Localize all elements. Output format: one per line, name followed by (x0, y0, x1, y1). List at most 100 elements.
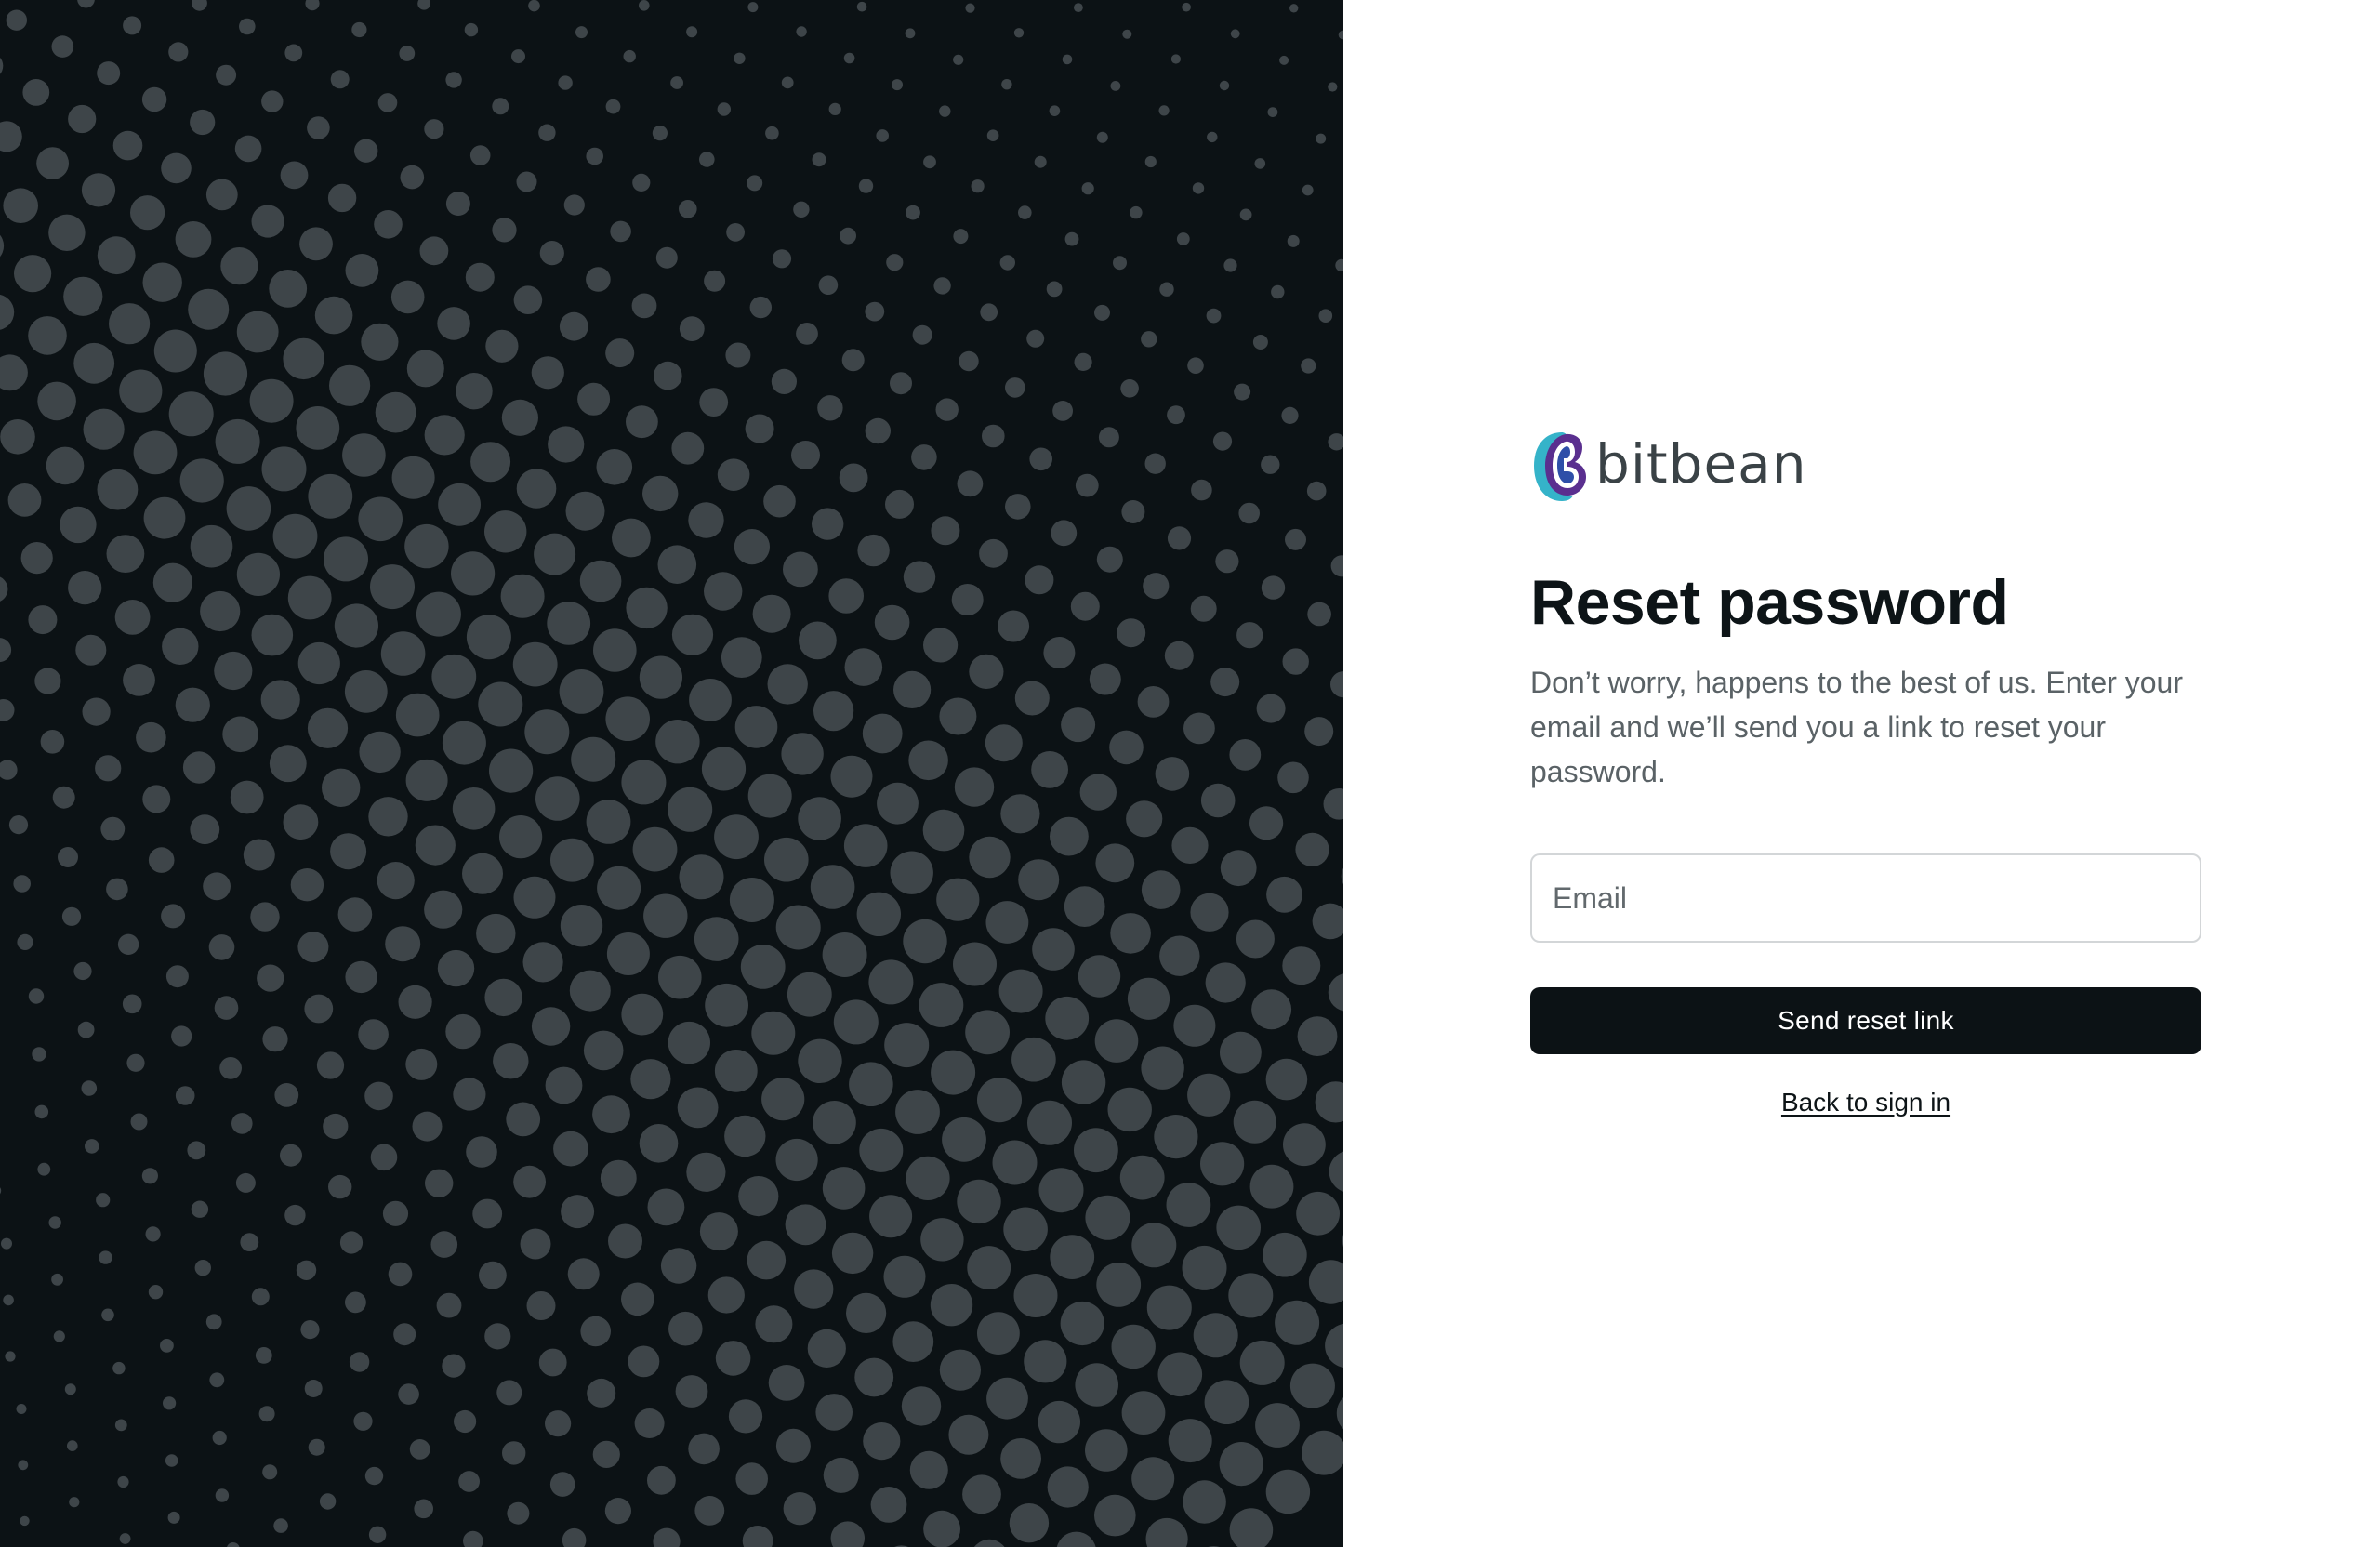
halftone-dot (628, 1345, 660, 1378)
halftone-dot (361, 323, 399, 361)
halftone-dot (761, 1078, 805, 1121)
halftone-dot (395, 693, 440, 737)
halftone-dot (920, 1218, 964, 1262)
halftone-dot (329, 364, 371, 406)
halftone-dot (354, 139, 378, 163)
halftone-art-panel (0, 0, 1343, 1547)
halftone-dot (763, 484, 796, 518)
halftone-dot (1025, 565, 1054, 595)
halftone-dot (1052, 401, 1073, 421)
halftone-dot (236, 311, 279, 353)
halftone-dot (1230, 29, 1240, 39)
halftone-dot (1005, 377, 1025, 398)
halftone-dot (469, 145, 491, 165)
halftone-dot (859, 1128, 904, 1172)
halftone-dot (1295, 832, 1329, 867)
halftone-dot (114, 600, 151, 635)
halftone-dot (822, 1167, 866, 1210)
halftone-dot (64, 1383, 76, 1395)
halftone-dot (1126, 800, 1163, 838)
halftone-dot (531, 1007, 571, 1046)
halftone-dot (1328, 433, 1343, 451)
halftone-dot (235, 1172, 256, 1193)
halftone-dot (203, 351, 248, 396)
halftone-dot (1182, 1245, 1227, 1290)
halftone-dot (781, 76, 794, 89)
halftone-dot (1215, 549, 1239, 574)
halftone-dot (812, 508, 844, 540)
halftone-dot (553, 1130, 588, 1167)
halftone-dot (931, 1050, 976, 1095)
halftone-dot (109, 303, 151, 345)
halftone-dot (1190, 595, 1217, 622)
halftone-dot (668, 1311, 703, 1346)
halftone-dot (257, 964, 284, 992)
halftone-dot (1223, 258, 1237, 272)
halftone-dot (1328, 973, 1343, 1012)
halftone-dot (670, 76, 683, 89)
halftone-dot (1205, 962, 1246, 1003)
halftone-dot (747, 774, 792, 818)
halftone-dot (274, 1083, 299, 1107)
halftone-dot (58, 847, 78, 867)
halftone-dot (671, 431, 705, 465)
halftone-dot (765, 126, 779, 140)
halftone-dot (200, 590, 241, 632)
halftone-dot (1062, 54, 1073, 65)
halftone-dot (319, 1493, 337, 1510)
halftone-dot (1191, 479, 1212, 501)
halftone-dot (865, 417, 891, 444)
halftone-dot (95, 755, 122, 782)
halftone-dot (251, 614, 294, 656)
halftone-dot (630, 1059, 671, 1100)
halftone-dot (1266, 876, 1302, 913)
halftone-dot (425, 1169, 454, 1198)
halftone-dot (214, 651, 253, 691)
halftone-dot (1079, 774, 1117, 811)
email-field[interactable] (1530, 853, 2202, 943)
halftone-dot (327, 183, 357, 213)
halftone-dot (953, 942, 997, 986)
halftone-dot (1137, 686, 1170, 718)
halftone-dot (112, 130, 143, 161)
halftone-dot (520, 1228, 551, 1260)
halftone-dot (476, 913, 516, 954)
halftone-dot (194, 1260, 211, 1276)
halftone-dot (1281, 406, 1299, 424)
halftone-dot (980, 303, 998, 322)
halftone-dot (502, 1441, 526, 1465)
halftone-dot (307, 116, 330, 139)
halftone-dot (796, 323, 818, 345)
halftone-dot (939, 105, 951, 117)
back-to-sign-in-link[interactable]: Back to sign in (1530, 1088, 2202, 1117)
halftone-dot (496, 1380, 522, 1406)
halftone-dot (345, 1291, 366, 1314)
halftone-dot (1074, 352, 1092, 371)
halftone-dot (298, 932, 329, 963)
halftone-dot (605, 696, 650, 741)
halftone-dot (653, 1527, 681, 1547)
halftone-dot (1032, 928, 1075, 971)
halftone-dot (1238, 502, 1260, 524)
halftone-dot (992, 1140, 1038, 1185)
halftone-dot (463, 1530, 483, 1547)
halftone-dot (841, 349, 865, 372)
halftone-dot (61, 906, 82, 926)
halftone-dot (1335, 258, 1343, 271)
halftone-dot (364, 1466, 384, 1486)
halftone-dot (130, 195, 165, 231)
send-reset-link-button[interactable]: Send reset link (1530, 987, 2202, 1054)
halftone-dot (903, 561, 936, 593)
halftone-dot (592, 1095, 630, 1134)
halftone-dot (1255, 1403, 1300, 1448)
halftone-dot (1075, 1363, 1118, 1407)
email-input[interactable] (1553, 880, 2179, 916)
halftone-dot (77, 0, 95, 8)
halftone-dot (53, 1330, 65, 1342)
halftone-dot (1141, 1046, 1184, 1090)
halftone-dot (1075, 473, 1099, 497)
halftone-dot (1119, 1155, 1165, 1200)
halftone-dot (0, 638, 12, 663)
halftone-dot (1170, 54, 1181, 64)
halftone-dot (639, 0, 650, 11)
